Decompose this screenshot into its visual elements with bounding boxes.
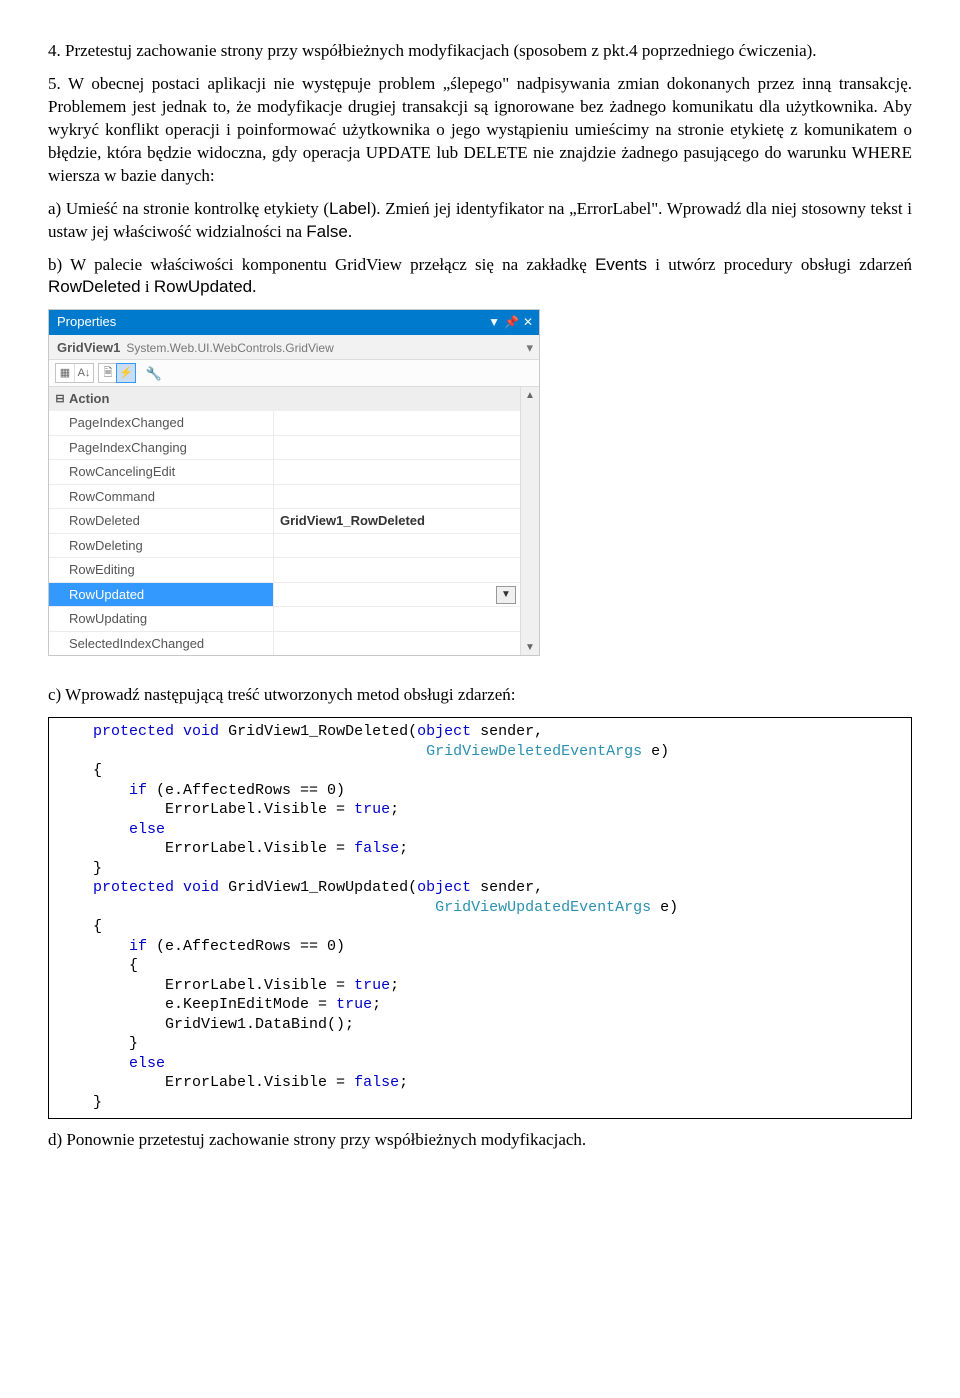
properties-toolbar: ▦ A↓ 🗎 ⚡ 🔧 <box>49 360 539 387</box>
object-type: System.Web.UI.WebControls.GridView <box>126 340 522 356</box>
text: i <box>141 277 154 296</box>
event-row[interactable]: RowCancelingEdit <box>49 459 520 484</box>
paragraph-4: 4. Przetestuj zachowanie strony przy wsp… <box>48 40 912 63</box>
event-row[interactable]: PageIndexChanged <box>49 411 520 435</box>
collapse-icon[interactable]: ⊟ <box>53 392 67 407</box>
event-row[interactable]: SelectedIndexChanged <box>49 631 520 656</box>
event-row-rowdeleted[interactable]: RowDeleted GridView1_RowDeleted <box>49 508 520 533</box>
paragraph-5c: c) Wprowadź następującą treść utworzonyc… <box>48 684 912 707</box>
code-line: if (e.AffectedRows == 0) <box>57 938 345 955</box>
code-line: ErrorLabel.Visible = false; <box>57 840 408 857</box>
text-label: Label <box>329 199 371 218</box>
text-rowupdated: RowUpdated <box>154 277 252 296</box>
code-line: { <box>57 957 138 974</box>
event-name: PageIndexChanging <box>49 436 274 460</box>
code-line: } <box>57 1035 138 1052</box>
category-action[interactable]: ⊟ Action <box>49 387 520 411</box>
code-line: e.KeepInEditMode = true; <box>57 996 381 1013</box>
object-selector[interactable]: GridView1 System.Web.UI.WebControls.Grid… <box>49 335 539 361</box>
code-line: GridViewDeletedEventArgs e) <box>57 743 669 760</box>
code-block: protected void GridView1_RowDeleted(obje… <box>48 717 912 1119</box>
event-value[interactable] <box>274 436 520 460</box>
categorized-button[interactable]: ▦ <box>56 364 74 382</box>
event-name: RowCancelingEdit <box>49 460 274 484</box>
event-name: RowDeleted <box>49 509 274 533</box>
event-row[interactable]: RowUpdating <box>49 606 520 631</box>
event-value[interactable] <box>274 460 520 484</box>
properties-panel: Properties ▼ 📌 ✕ GridView1 System.Web.UI… <box>48 309 540 656</box>
code-line: GridView1.DataBind(); <box>57 1016 354 1033</box>
properties-titlebar: Properties ▼ 📌 ✕ <box>49 310 539 335</box>
event-name: RowUpdated <box>49 583 274 607</box>
category-label: Action <box>69 390 109 408</box>
event-row-rowupdated[interactable]: RowUpdated ▼ <box>49 582 520 607</box>
text: i utwórz procedury obsługi zdarzeń <box>647 255 912 274</box>
code-line: { <box>57 918 102 935</box>
dropdown-icon[interactable]: ▼ <box>488 316 500 328</box>
scroll-up-icon[interactable]: ▲ <box>521 387 539 403</box>
text-false: False <box>306 222 348 241</box>
event-name: RowDeleting <box>49 534 274 558</box>
paragraph-5b: b) W palecie właściwości komponentu Grid… <box>48 254 912 300</box>
code-line: protected void GridView1_RowUpdated(obje… <box>57 879 543 896</box>
event-name: PageIndexChanged <box>49 411 274 435</box>
event-value[interactable]: GridView1_RowDeleted <box>274 509 520 533</box>
event-value[interactable]: ▼ <box>274 583 520 607</box>
event-value[interactable] <box>274 607 520 631</box>
events-grid: PageIndexChanged PageIndexChanging RowCa… <box>49 411 520 655</box>
events-button[interactable]: ⚡ <box>116 363 136 383</box>
alphabetical-button[interactable]: A↓ <box>74 364 93 382</box>
scroll-track[interactable] <box>521 403 539 639</box>
event-row[interactable]: PageIndexChanging <box>49 435 520 460</box>
paragraph-5d: d) Ponownie przetestuj zachowanie strony… <box>48 1129 912 1152</box>
text: . <box>252 277 256 296</box>
dropdown-button[interactable]: ▼ <box>496 586 516 604</box>
event-name: RowEditing <box>49 558 274 582</box>
event-name: SelectedIndexChanged <box>49 632 274 656</box>
event-value[interactable] <box>274 558 520 582</box>
event-value[interactable] <box>274 632 520 656</box>
scrollbar[interactable]: ▲ ▼ <box>520 387 539 655</box>
code-line: { <box>57 762 102 779</box>
code-line: } <box>57 1094 102 1111</box>
code-line: GridViewUpdatedEventArgs e) <box>57 899 678 916</box>
text-events: Events <box>595 255 647 274</box>
event-name: RowCommand <box>49 485 274 509</box>
text: . <box>348 222 352 241</box>
event-row[interactable]: RowCommand <box>49 484 520 509</box>
close-icon[interactable]: ✕ <box>523 316 533 328</box>
code-line: ErrorLabel.Visible = true; <box>57 801 399 818</box>
properties-button[interactable]: 🗎 <box>99 364 117 382</box>
chevron-down-icon[interactable]: ▾ <box>522 339 533 357</box>
code-line: else <box>57 1055 165 1072</box>
event-row[interactable]: RowDeleting <box>49 533 520 558</box>
text: b) W palecie właściwości komponentu Grid… <box>48 255 595 274</box>
code-line: ErrorLabel.Visible = true; <box>57 977 399 994</box>
code-line: if (e.AffectedRows == 0) <box>57 782 345 799</box>
paragraph-5: 5. W obecnej postaci aplikacji nie wystę… <box>48 73 912 188</box>
code-line: ErrorLabel.Visible = false; <box>57 1074 408 1091</box>
event-value[interactable] <box>274 534 520 558</box>
event-name: RowUpdating <box>49 607 274 631</box>
text: a) Umieść na stronie kontrolkę etykiety … <box>48 199 329 218</box>
code-line: protected void GridView1_RowDeleted(obje… <box>57 723 543 740</box>
object-name: GridView1 <box>57 339 120 357</box>
pin-icon[interactable]: 📌 <box>504 316 519 328</box>
text-rowdeleted: RowDeleted <box>48 277 141 296</box>
event-value[interactable] <box>274 411 520 435</box>
code-line: else <box>57 821 165 838</box>
event-value[interactable] <box>274 485 520 509</box>
event-row[interactable]: RowEditing <box>49 557 520 582</box>
paragraph-5a: a) Umieść na stronie kontrolkę etykiety … <box>48 198 912 244</box>
code-line: } <box>57 860 102 877</box>
properties-title: Properties <box>57 313 488 331</box>
wrench-icon[interactable]: 🔧 <box>144 363 164 383</box>
scroll-down-icon[interactable]: ▼ <box>521 639 539 655</box>
